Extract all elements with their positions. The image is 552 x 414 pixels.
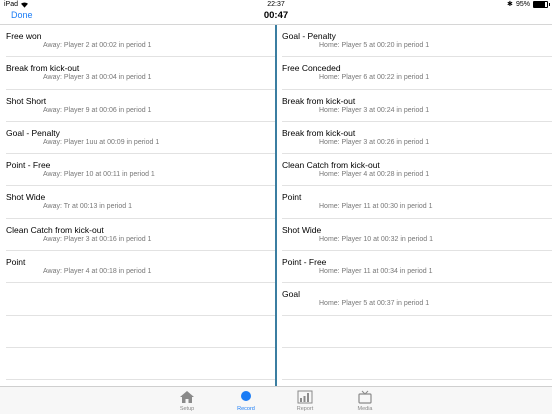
home-event-list[interactable]: Goal - Penalty Home: Player 5 at 00:20 in…: [277, 25, 552, 386]
event-detail: Away: Player 3 at 00:04 in period 1: [43, 74, 152, 82]
list-item[interactable]: Goal - Penalty Home: Player 5 at 00:20 in…: [282, 25, 552, 58]
empty-row: [282, 348, 552, 381]
list-item[interactable]: Clean Catch from kick-out Home: Player 4 …: [282, 154, 552, 187]
empty-row: [6, 283, 275, 316]
list-item[interactable]: Shot Short Away: Player 9 at 00:06 in per…: [6, 90, 275, 122]
tab-bar: Setup Record Report Media: [0, 386, 552, 414]
list-item[interactable]: Break from kick-out Home: Player 3 at 00:…: [282, 122, 552, 155]
event-title: Shot Wide: [6, 192, 46, 203]
tab-label: Record: [237, 406, 255, 412]
list-item[interactable]: Goal Home: Player 5 at 00:37 in period 1: [282, 283, 552, 316]
tab-label: Report: [296, 406, 314, 412]
event-detail: Home: Player 6 at 00:22 in period 1: [319, 74, 430, 82]
list-item[interactable]: Goal - Penalty Away: Player 1uu at 00:09 …: [6, 122, 275, 155]
event-title: Shot Wide: [282, 224, 322, 235]
tab-report[interactable]: Report: [275, 387, 335, 414]
event-detail: Away: Player 2 at 00:02 in period 1: [43, 42, 152, 49]
event-title: Clean Catch from kick-out: [282, 160, 380, 171]
tab-media[interactable]: Media: [335, 387, 395, 414]
event-title: Break from kick-out: [6, 63, 80, 74]
empty-row: [6, 348, 275, 381]
event-detail: Home: Player 11 at 00:30 in period 1: [319, 203, 433, 211]
event-detail: Home: Player 11 at 00:34 in period 1: [319, 268, 433, 276]
event-title: Goal: [282, 289, 300, 300]
battery-percentage: 95%: [516, 1, 531, 8]
event-detail: Home: Player 3 at 00:26 in period 1: [319, 138, 430, 146]
empty-row: [6, 316, 275, 348]
list-item[interactable]: Point Away: Player 4 at 00:18 in period 1: [6, 251, 275, 284]
event-title: Break from kick-out: [282, 95, 356, 106]
empty-row: [282, 316, 552, 348]
tab-setup[interactable]: Setup: [157, 387, 217, 414]
tab-label: Media: [357, 406, 373, 412]
event-title: Shot Short: [6, 95, 47, 106]
event-title: Goal - Penalty: [6, 127, 60, 138]
event-title: Free Conceded: [282, 63, 341, 74]
event-detail: Home: Player 4 at 00:28 in period 1: [319, 171, 430, 179]
event-detail: Home: Player 3 at 00:24 in period 1: [319, 106, 430, 114]
tab-record[interactable]: Record: [216, 387, 276, 414]
event-detail: Home: Player 5 at 00:37 in period 1: [319, 300, 430, 308]
status-bar: iPad 22:37 ✱ 95%: [0, 0, 552, 9]
bar-chart-icon: [297, 390, 313, 404]
event-detail: Away: Player 1uu at 00:09 in period 1: [43, 138, 160, 146]
list-item[interactable]: Break from kick-out Home: Player 3 at 00:…: [282, 90, 552, 122]
nav-bar: Done 00:47: [0, 9, 552, 24]
list-item[interactable]: Break from kick-out Away: Player 3 at 00:…: [6, 57, 275, 90]
event-title: Clean Catch from kick-out: [6, 224, 104, 235]
event-columns: Free won Away: Player 2 at 00:02 in perio…: [0, 24, 552, 386]
list-item[interactable]: Point - Free Home: Player 11 at 00:34 in …: [282, 251, 552, 284]
tab-label: Setup: [179, 406, 195, 412]
match-timer: 00:47: [263, 10, 289, 21]
away-event-list[interactable]: Free won Away: Player 2 at 00:02 in perio…: [0, 25, 275, 386]
list-item[interactable]: Shot Wide Home: Player 10 at 00:32 in per…: [282, 219, 552, 252]
tv-icon: [358, 390, 372, 404]
bluetooth-icon: ✱: [507, 1, 513, 8]
record-dot-icon: [241, 391, 251, 401]
list-item[interactable]: Free won Away: Player 2 at 00:02 in perio…: [6, 25, 275, 58]
event-title: Point: [282, 192, 302, 203]
event-title: Point - Free: [282, 257, 327, 268]
event-title: Goal - Penalty: [282, 31, 336, 41]
event-detail: Home: Player 10 at 00:32 in period 1: [319, 235, 434, 243]
event-title: Break from kick-out: [282, 127, 356, 138]
event-title: Point - Free: [6, 160, 51, 171]
event-detail: Away: Player 3 at 00:16 in period 1: [43, 235, 152, 243]
list-item[interactable]: Clean Catch from kick-out Away: Player 3 …: [6, 219, 275, 252]
house-icon: [180, 391, 194, 403]
list-item[interactable]: Point - Free Away: Player 10 at 00:11 in …: [6, 154, 275, 187]
event-title: Point: [6, 257, 26, 268]
list-item[interactable]: Free Conceded Home: Player 6 at 00:22 in …: [282, 57, 552, 90]
event-detail: Away: Tr at 00:13 in period 1: [43, 203, 132, 211]
list-item[interactable]: Point Home: Player 11 at 00:30 in period …: [282, 186, 552, 219]
list-item[interactable]: Shot Wide Away: Tr at 00:13 in period 1: [6, 186, 275, 219]
battery-icon: [533, 1, 550, 8]
event-detail: Away: Player 10 at 00:11 in period 1: [43, 171, 155, 179]
event-title: Free won: [6, 31, 42, 41]
event-detail: Away: Player 4 at 00:18 in period 1: [43, 268, 152, 276]
status-clock: 22:37: [267, 1, 285, 8]
event-detail: Away: Player 9 at 00:06 in period 1: [43, 106, 152, 114]
event-detail: Home: Player 5 at 00:20 in period 1: [319, 42, 430, 49]
